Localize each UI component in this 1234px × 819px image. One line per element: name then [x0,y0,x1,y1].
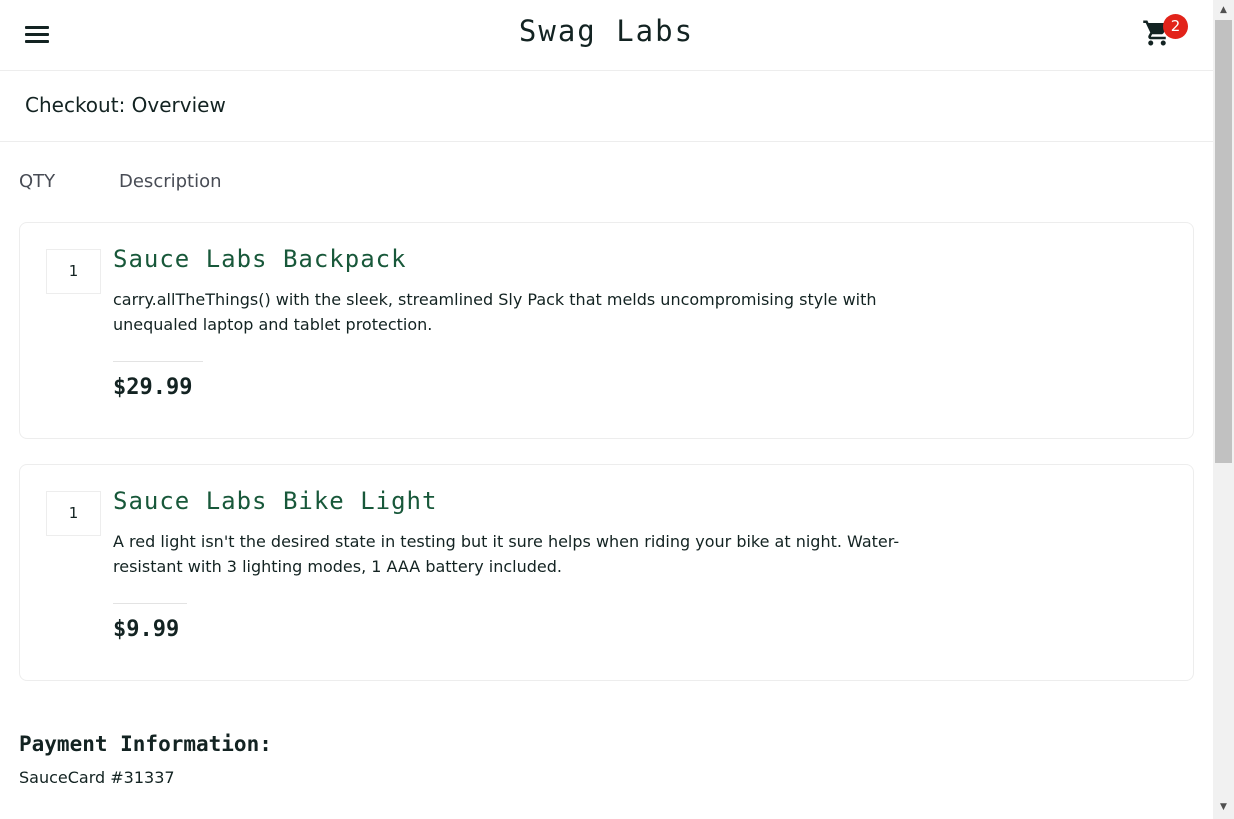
cart-item: 1 Sauce Labs Bike Light A red light isn'… [19,464,1194,681]
item-description: A red light isn't the desired state in t… [113,532,900,576]
item-description: carry.allTheThings() with the sleek, str… [113,290,877,334]
cart-item: 1 Sauce Labs Backpack carry.allTheThings… [19,222,1194,439]
price-divider [113,361,203,362]
vertical-scrollbar[interactable]: ▲ ▼ [1213,0,1234,819]
payment-information-value: SauceCard #31337 [19,768,175,787]
shopping-cart-link[interactable]: 2 [1140,14,1190,54]
item-quantity: 1 [46,249,101,294]
qty-column-label: QTY [19,171,56,192]
item-name-link[interactable]: Sauce Labs Bike Light [113,487,437,515]
page-viewport: Swag Labs 2 Checkout: Overview QTY Descr… [0,0,1213,819]
payment-information-label: Payment Information: [19,732,272,756]
scrollbar-thumb[interactable] [1215,20,1232,463]
cart-badge: 2 [1163,14,1188,39]
scroll-up-arrow-icon[interactable]: ▲ [1213,2,1234,19]
secondary-header: Checkout: Overview [0,71,1213,142]
page-title: Checkout: Overview [25,93,226,117]
description-column-label: Description [119,171,222,192]
price-divider [113,603,187,604]
item-price: $29.99 [113,375,193,400]
scroll-down-arrow-icon[interactable]: ▼ [1213,799,1234,816]
item-price: $9.99 [113,617,180,642]
item-quantity: 1 [46,491,101,536]
app-logo: Swag Labs [518,14,695,48]
primary-header: Swag Labs 2 [0,0,1213,71]
item-name-link[interactable]: Sauce Labs Backpack [113,245,407,273]
